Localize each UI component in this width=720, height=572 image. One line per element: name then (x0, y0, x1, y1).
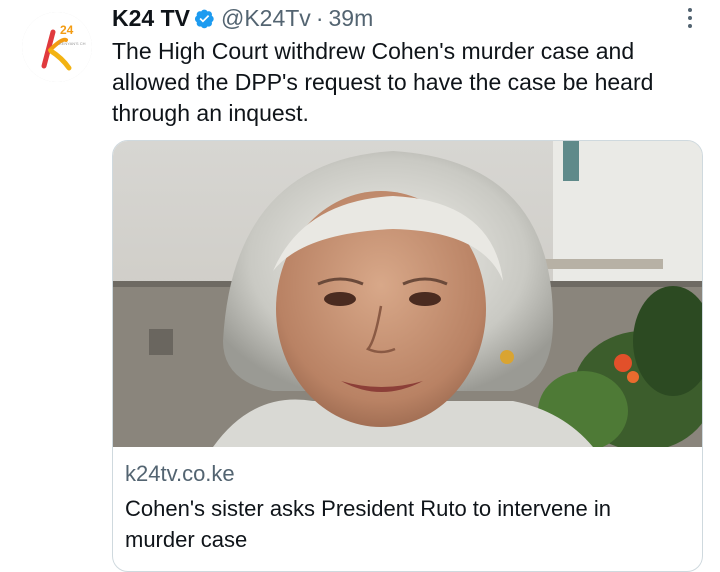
separator-dot: · (315, 4, 324, 31)
tweet-timestamp[interactable]: 39m (328, 5, 373, 32)
k24-logo-icon: 24 KENYAN'S CH (22, 12, 92, 82)
author-name[interactable]: K24 TV (112, 5, 190, 32)
more-options-icon[interactable] (686, 8, 694, 28)
card-photo (113, 141, 702, 447)
logo-tagline: KENYAN'S CH (59, 41, 86, 46)
verified-badge-icon (194, 8, 215, 29)
tweet-text: The High Court withdrew Cohen's murder c… (112, 38, 654, 126)
author-avatar[interactable]: 24 KENYAN'S CH (22, 12, 92, 82)
card-title: Cohen's sister asks President Ruto to in… (125, 496, 611, 552)
logo-superscript: 24 (60, 23, 74, 37)
tweet-header: K24 TV @K24Tv · 39m (112, 3, 680, 33)
link-preview-card[interactable]: k24tv.co.ke Cohen's sister asks Presiden… (112, 140, 703, 572)
author-handle[interactable]: @K24Tv (221, 5, 311, 32)
card-domain: k24tv.co.ke (125, 461, 235, 486)
card-image[interactable] (113, 141, 702, 447)
